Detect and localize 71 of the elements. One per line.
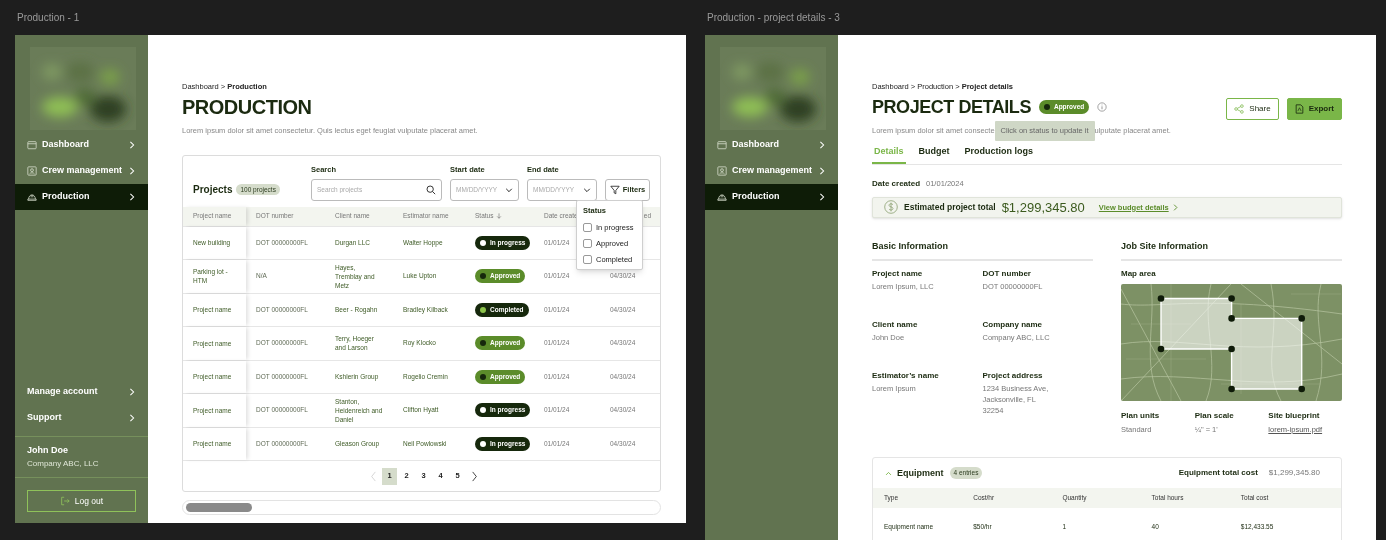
share-icon — [1234, 104, 1245, 114]
document-icon — [1294, 104, 1304, 114]
estimate-label: Estimated project total — [904, 200, 996, 214]
field-label: Plan units — [1121, 410, 1161, 422]
nav-item[interactable]: Crew management — [705, 158, 838, 184]
field-label: Company name — [982, 319, 1044, 331]
chevron-right-icon — [128, 387, 136, 396]
share-button[interactable]: Share — [1226, 98, 1279, 120]
frame-label: Production - 1 — [17, 11, 80, 25]
checkbox[interactable] — [583, 255, 592, 265]
page-title: PRODUCTION — [182, 97, 312, 117]
nav-item[interactable]: Production — [15, 184, 148, 210]
tab[interactable]: Budget — [916, 145, 952, 164]
scrollbar-thumb[interactable] — [186, 503, 252, 512]
field-label: Map area — [1121, 268, 1156, 280]
chevron-right-icon — [128, 413, 136, 422]
dollar-icon — [884, 200, 898, 215]
card-title: Equipment — [897, 466, 944, 480]
nav-item[interactable]: Dashboard — [15, 132, 148, 158]
field-label: Client name — [872, 319, 919, 331]
chevron-down-icon — [505, 185, 513, 194]
chevron-right-icon — [818, 141, 826, 149]
account-link[interactable]: Manage account — [15, 378, 148, 405]
chevron-down-icon — [583, 185, 591, 194]
person-card-icon — [717, 166, 727, 176]
nav-item[interactable]: Production — [705, 184, 838, 210]
tab[interactable]: Production logs — [962, 145, 1035, 164]
section-title: Basic Information — [872, 241, 948, 251]
chevron-right-icon — [1171, 203, 1179, 211]
person-card-icon — [27, 166, 37, 176]
calendar-icon — [717, 140, 727, 150]
frame-label: Production - project details - 3 — [707, 11, 840, 25]
arrow-down-icon — [496, 213, 503, 219]
hard-hat-icon — [717, 192, 727, 202]
field-label: Site blueprint — [1268, 410, 1321, 422]
hard-hat-icon — [27, 192, 37, 202]
field-label: Date created — [872, 177, 921, 190]
chevron-up-icon — [885, 469, 892, 477]
field-label: Project address — [982, 370, 1044, 382]
chevron-right-icon — [469, 470, 479, 482]
chevron-right-icon — [128, 141, 136, 149]
section-title: Job Site Information — [1121, 241, 1208, 251]
chevron-right-icon — [818, 167, 826, 175]
chevron-right-icon — [128, 167, 136, 175]
card-title: Projects — [193, 183, 233, 197]
funnel-icon — [609, 184, 620, 195]
chevron-right-icon — [128, 193, 136, 201]
chevron-right-icon — [818, 193, 826, 201]
field-label: Plan scale — [1194, 410, 1235, 422]
field-label: Project name — [872, 268, 924, 280]
checkbox[interactable] — [583, 222, 592, 232]
info-icon — [1097, 102, 1108, 112]
nav-item[interactable]: Crew management — [15, 158, 148, 184]
page-title: PROJECT DETAILS — [872, 98, 1031, 116]
export-button[interactable]: Export — [1286, 98, 1342, 120]
account-link[interactable]: Support — [15, 404, 148, 431]
search-icon — [426, 184, 436, 195]
user-name: John Doe — [27, 443, 69, 457]
estimate-amount: $1,299,345.80 — [1001, 198, 1085, 217]
checkbox[interactable] — [583, 238, 592, 248]
total-label: Equipment total cost — [1178, 467, 1258, 480]
logout-icon — [59, 496, 70, 506]
nav-item[interactable]: Dashboard — [705, 132, 838, 158]
field-label: Estimator’s name — [872, 370, 940, 382]
field-label: DOT number — [982, 268, 1032, 280]
chevron-left-icon — [368, 470, 378, 482]
site-boundary-drawing[interactable] — [1157, 295, 1305, 393]
calendar-icon — [27, 140, 37, 150]
total-value: $1,299,345.80 — [1268, 467, 1320, 480]
logout-button[interactable]: Log out — [27, 490, 136, 512]
company-name: Company ABC, LLC — [27, 458, 100, 470]
